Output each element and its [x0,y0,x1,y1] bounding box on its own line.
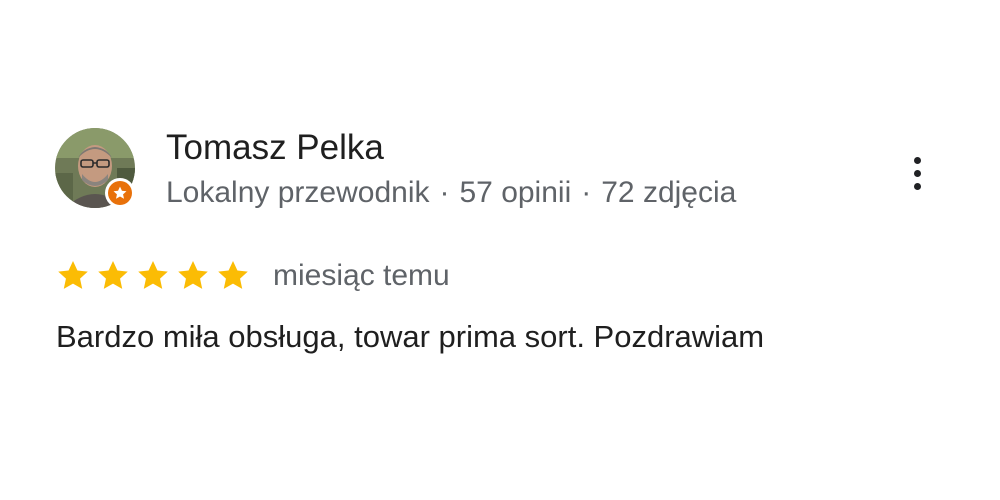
reviewer-name[interactable]: Tomasz Pelka [166,126,384,170]
star-icon [218,261,248,289]
star-icon [138,261,168,289]
star-rating [55,258,251,294]
local-guide-star-icon [113,186,127,199]
more-vert-icon-dot [913,182,921,190]
more-vert-icon-dot [913,169,921,177]
reviewer-role: Lokalny przewodnik [166,176,430,209]
star-icon [98,261,128,289]
reviewer-photo-count: 72 zdjęcia [601,176,737,209]
rating-row: miesiąc temu [55,256,450,296]
reviewer-review-count: 57 opinii [459,176,572,209]
review-card: Tomasz Pelka Lokalny przewodnik · 57 opini… [0,0,1000,500]
local-guide-badge [105,178,135,208]
review-text: Bardzo miła obsługa, towar prima sort. P… [56,319,765,354]
meta-separator: · [439,176,450,209]
more-vert-icon-dot [913,156,921,164]
review-time: miesiąc temu [273,259,450,292]
star-icon [58,261,88,289]
reviewer-meta[interactable]: Lokalny przewodnik · 57 opinii · 72 zdjęcia [166,172,736,214]
more-options-button[interactable] [898,150,936,196]
star-icon [178,261,208,289]
badge-circle [108,181,132,205]
meta-separator: · [581,176,592,209]
